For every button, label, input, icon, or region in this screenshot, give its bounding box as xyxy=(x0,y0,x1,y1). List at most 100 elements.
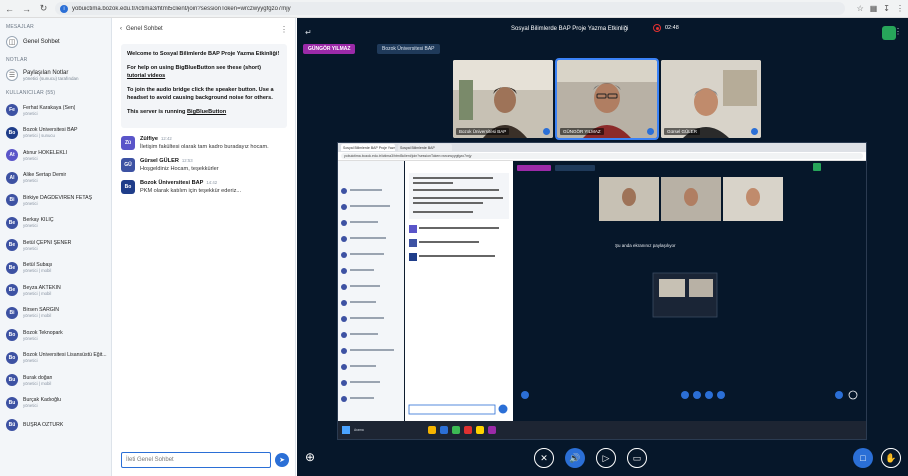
user-list-item[interactable]: Be Betül ÇEPNİ ŞENER yönetici xyxy=(0,234,111,257)
webcam-button[interactable]: ▷ xyxy=(596,448,616,468)
audio-button[interactable]: 🔊 xyxy=(565,448,585,468)
message-text: Hoşgeldiniz Hocam, teşekkürler xyxy=(140,166,219,172)
user-role: yönetici xyxy=(23,403,38,409)
chat-header: ‹ Genel Sohbet ⋮ xyxy=(113,18,295,40)
avatar: Be xyxy=(6,216,18,229)
record-icon xyxy=(653,24,661,32)
bbb-link[interactable]: BigBlueButton xyxy=(187,109,226,115)
chat-messages: Zü Zülfiye 12:42 İletişim fakültesi olarak … xyxy=(113,132,295,198)
user-role: yönetici | mobil xyxy=(23,380,52,386)
actions-plus-icon[interactable]: ⊕ xyxy=(305,450,315,464)
user-list-item[interactable]: Bo Bozok Üniversitesi Lisansüstü Eğit... y… xyxy=(0,347,111,370)
chat-message: Bo Bozok Üniversitesi BAP 14:42 PKM olarak … xyxy=(113,176,295,198)
avatar: Bü xyxy=(6,419,18,432)
chat-options-icon[interactable]: ⋮ xyxy=(280,25,288,34)
avatar: Bi xyxy=(6,194,18,207)
user-role: yönetici xyxy=(23,155,38,161)
notes-section-title: NOTLAR xyxy=(6,57,28,63)
webcam-feed xyxy=(661,60,761,138)
raise-hand-button[interactable]: ✋ xyxy=(881,448,901,468)
webcam-feed xyxy=(557,60,657,138)
notes-icon: ☰ xyxy=(6,69,18,81)
meeting-controls: ⊕ ✕ 🔊 ▷ ▭ □ ✋ xyxy=(297,442,908,476)
inner-meeting xyxy=(513,161,866,423)
video-tile[interactable]: GÜNGÖR YILMAZ xyxy=(555,58,659,140)
taskbar-app-icon xyxy=(463,426,472,434)
screenshare-button[interactable]: ▭ xyxy=(627,448,647,468)
user-name: Beyza AKTEKİN xyxy=(23,284,61,291)
taskbar-app-icon xyxy=(427,426,436,434)
bookmark-star-icon[interactable]: ☆ xyxy=(857,4,864,13)
message-text: İletişim fakültesi olarak tam kadro bura… xyxy=(140,144,269,150)
users-toggle-icon[interactable]: ↵ xyxy=(305,28,312,37)
user-name: Burak doğan xyxy=(23,374,53,381)
welcome-audio: To join the audio bridge click the speak… xyxy=(127,87,274,101)
user-role: yönetici | mobil xyxy=(23,313,52,319)
avatar: Zü xyxy=(121,136,135,150)
site-info-icon[interactable]: i xyxy=(60,4,68,13)
avatar: Fe xyxy=(6,104,18,117)
video-label: GÜNGÖR YILMAZ xyxy=(560,128,604,135)
user-role: yönetici xyxy=(23,358,38,364)
presentation-toggle-button[interactable]: □ xyxy=(853,448,873,468)
user-list-item[interactable]: Bi Birkiye DAĞDEVİREN FETAŞ yönetici xyxy=(0,189,111,212)
chat-message: Zü Zülfiye 12:42 İletişim fakültesi olarak … xyxy=(113,132,295,154)
shared-notes-item[interactable]: ☰ Paylaşılan Notlar yönetici (sunucu) ta… xyxy=(0,66,111,84)
user-list-item[interactable]: Bü BÜŞRA ÖZTÜRK xyxy=(0,414,111,437)
user-name: BÜŞRA ÖZTÜRK xyxy=(23,422,64,429)
message-time: 12:42 xyxy=(161,136,172,141)
user-name: Ferhat Karakaya (Sen) xyxy=(23,104,76,111)
avatar: Be xyxy=(6,239,18,252)
back-icon[interactable]: ← xyxy=(4,3,15,14)
video-tile[interactable]: Gürsel GÜLER xyxy=(661,60,761,138)
user-list-item[interactable]: At Atınur HOKELEKLİ yönetici xyxy=(0,144,111,167)
meeting-options-icon[interactable]: ⋮ xyxy=(894,27,902,36)
user-list-item[interactable]: Bi Birsen SARGIN yönetici | mobil xyxy=(0,302,111,325)
avatar: Bo xyxy=(6,351,18,364)
avatar: Bu xyxy=(6,374,18,387)
chevron-left-icon[interactable]: ‹ xyxy=(120,26,122,32)
extensions-icon[interactable]: ▦ xyxy=(870,4,878,13)
public-chat-item[interactable]: ◫ Genel Sohbet xyxy=(0,33,111,51)
user-name: Bozok Teknopark xyxy=(23,329,63,336)
url-text: yobuictima.bozok.edu.tr/ictima3/html5cli… xyxy=(72,5,291,12)
message-time: 14:42 xyxy=(206,180,218,185)
user-list-item[interactable]: Al Alike Sertap Demir yönetici xyxy=(0,167,111,190)
chat-input[interactable]: İleti Genel Sohbet xyxy=(121,452,271,468)
address-bar[interactable]: i yobuictima.bozok.edu.tr/ictima3/html5c… xyxy=(55,2,845,15)
user-list-item[interactable]: Fe Ferhat Karakaya (Sen) yönetici xyxy=(0,99,111,122)
avatar: Bo xyxy=(6,126,18,139)
public-chat-label: Genel Sohbet xyxy=(23,39,60,45)
tutorial-videos-link[interactable]: tutorial videos xyxy=(127,73,165,79)
inner-tab-bar: Sosyal Bilimlerde BAP Proje Yazma Sosyal… xyxy=(338,143,866,152)
avatar: Bo xyxy=(6,329,18,342)
download-icon[interactable]: ↧ xyxy=(883,4,890,13)
user-list-item[interactable]: Be Betül Subaşı yönetici | mobil xyxy=(0,257,111,280)
org-tag: Bozok Üniversitesi BAP xyxy=(377,44,440,54)
user-role: yönetici | mobil xyxy=(23,290,52,296)
video-tile[interactable]: Bozok Üniversitesi BAP xyxy=(453,60,553,138)
send-button[interactable]: ➤ xyxy=(275,453,289,467)
screenshare-caption: Şu anda ekranınız paylaşılıyor xyxy=(615,243,676,248)
user-role: yönetici xyxy=(23,178,38,184)
user-list-item[interactable]: Bu Burçak Kadıoğlu yönetici xyxy=(0,392,111,415)
avatar: Be xyxy=(6,261,18,274)
user-list-item[interactable]: Be Beyza AKTEKİN yönetici | mobil xyxy=(0,279,111,302)
sender-name: Zülfiye xyxy=(140,136,159,142)
mic-status-icon xyxy=(543,128,550,135)
user-list-item[interactable]: Bo Bozok Teknopark yönetici xyxy=(0,324,111,347)
mute-mic-button[interactable]: ✕ xyxy=(534,448,554,468)
user-list-item[interactable]: Bu Burak doğan yönetici | mobil xyxy=(0,369,111,392)
browser-menu-icon[interactable]: ⋮ xyxy=(896,4,904,13)
chat-back-label[interactable]: Genel Sohbet xyxy=(126,26,163,32)
reload-icon[interactable]: ↻ xyxy=(38,3,49,14)
forward-icon[interactable]: → xyxy=(21,3,32,14)
user-role: yönetici xyxy=(23,335,38,341)
avatar: Bu xyxy=(6,396,18,409)
inner-user-list-graphic xyxy=(338,161,404,423)
recording-indicator[interactable]: 02:48 xyxy=(653,24,679,32)
user-list-item[interactable]: Be Berkay KILIÇ yönetici xyxy=(0,212,111,235)
taskbar-app-icon xyxy=(487,426,496,434)
user-role: yönetici | sunucu xyxy=(23,133,55,139)
user-list-item[interactable]: Bo Bozok Üniversitesi BAP yönetici | sunuc… xyxy=(0,122,111,145)
